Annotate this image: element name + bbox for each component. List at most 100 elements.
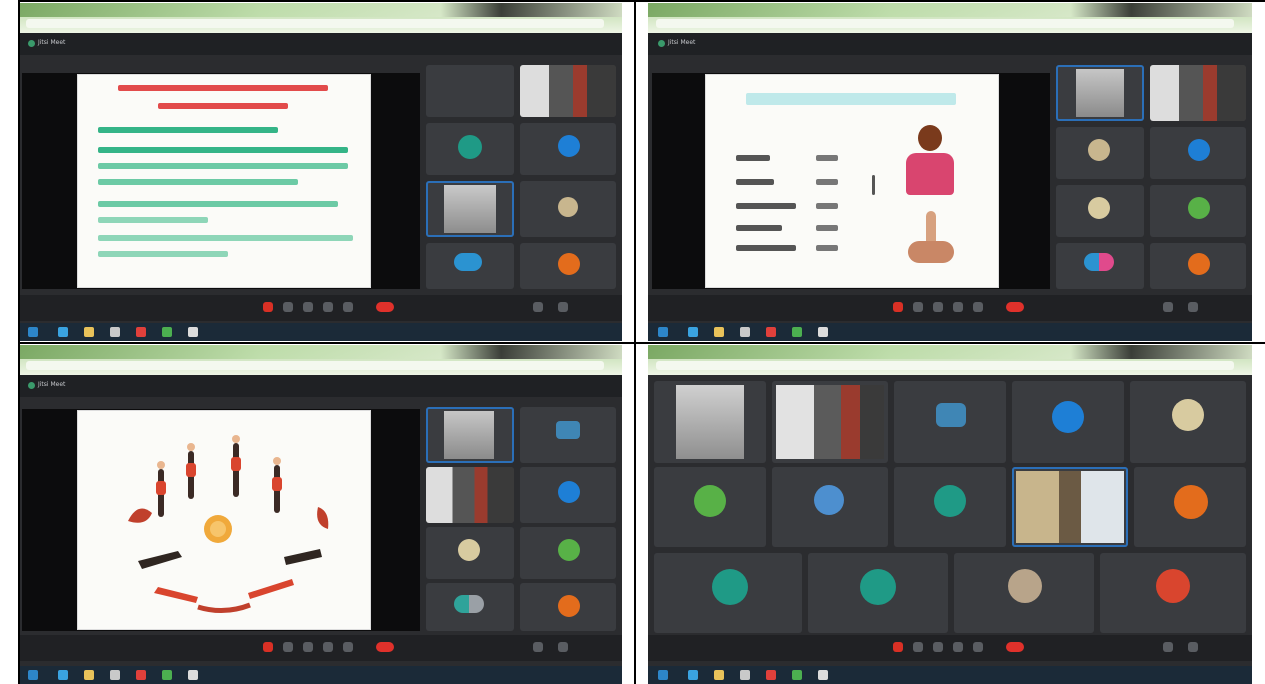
chat-icon[interactable] bbox=[953, 642, 963, 652]
participant-tile[interactable] bbox=[772, 381, 888, 463]
taskbar-icon[interactable] bbox=[740, 670, 750, 680]
taskbar-icon[interactable] bbox=[84, 670, 94, 680]
more-icon[interactable] bbox=[558, 642, 568, 652]
screen-share-icon[interactable] bbox=[303, 302, 313, 312]
chat-icon[interactable] bbox=[323, 642, 333, 652]
participant-tile[interactable] bbox=[426, 123, 514, 175]
taskbar-icon[interactable] bbox=[792, 670, 802, 680]
address-bar[interactable] bbox=[26, 361, 604, 370]
taskbar-icon[interactable] bbox=[818, 670, 828, 680]
taskbar-icon[interactable] bbox=[714, 327, 724, 337]
participant-tile[interactable] bbox=[1100, 553, 1246, 633]
camera-icon[interactable] bbox=[913, 642, 923, 652]
tile-view-icon[interactable] bbox=[533, 302, 543, 312]
taskbar-icon[interactable] bbox=[58, 670, 68, 680]
hangup-icon[interactable] bbox=[1006, 302, 1024, 312]
participant-tile[interactable] bbox=[426, 583, 514, 631]
more-icon[interactable] bbox=[1188, 642, 1198, 652]
participant-tile[interactable] bbox=[520, 181, 616, 237]
participant-tile[interactable] bbox=[426, 407, 514, 463]
screen-share-icon[interactable] bbox=[303, 642, 313, 652]
camera-icon[interactable] bbox=[913, 302, 923, 312]
participants-icon[interactable] bbox=[343, 642, 353, 652]
taskbar-icon[interactable] bbox=[188, 327, 198, 337]
participant-tile[interactable] bbox=[520, 243, 616, 289]
hangup-icon[interactable] bbox=[376, 302, 394, 312]
microphone-icon[interactable] bbox=[263, 302, 273, 312]
participant-tile[interactable] bbox=[426, 243, 514, 289]
tile-view-icon[interactable] bbox=[533, 642, 543, 652]
taskbar-icon[interactable] bbox=[162, 670, 172, 680]
chat-icon[interactable] bbox=[953, 302, 963, 312]
address-bar[interactable] bbox=[26, 19, 604, 28]
taskbar-icon[interactable] bbox=[28, 327, 38, 337]
participant-tile[interactable] bbox=[520, 123, 616, 175]
taskbar-icon[interactable] bbox=[766, 670, 776, 680]
participant-tile[interactable] bbox=[1056, 65, 1144, 121]
participant-tile[interactable] bbox=[426, 467, 514, 523]
taskbar-icon[interactable] bbox=[688, 327, 698, 337]
participant-tile[interactable] bbox=[1130, 381, 1246, 463]
hangup-icon[interactable] bbox=[1006, 642, 1024, 652]
address-bar[interactable] bbox=[656, 19, 1234, 28]
participant-tile[interactable] bbox=[894, 381, 1006, 463]
taskbar-icon[interactable] bbox=[84, 327, 94, 337]
more-icon[interactable] bbox=[1188, 302, 1198, 312]
participant-tile[interactable] bbox=[654, 553, 802, 633]
participant-tile[interactable] bbox=[426, 527, 514, 579]
taskbar-icon[interactable] bbox=[658, 670, 668, 680]
participant-tile[interactable] bbox=[1012, 381, 1124, 463]
participant-tile[interactable] bbox=[1150, 127, 1246, 179]
participant-tile[interactable] bbox=[520, 583, 616, 631]
participant-tile[interactable] bbox=[520, 527, 616, 579]
participants-icon[interactable] bbox=[343, 302, 353, 312]
taskbar-icon[interactable] bbox=[162, 327, 172, 337]
taskbar-icon[interactable] bbox=[658, 327, 668, 337]
participant-tile[interactable] bbox=[1056, 185, 1144, 237]
screen-share-icon[interactable] bbox=[933, 642, 943, 652]
participant-tile[interactable] bbox=[654, 381, 766, 463]
participant-tile[interactable] bbox=[520, 407, 616, 463]
tile-view-icon[interactable] bbox=[1163, 302, 1173, 312]
participant-tile[interactable] bbox=[772, 467, 888, 547]
participant-tile[interactable] bbox=[520, 65, 616, 117]
taskbar-icon[interactable] bbox=[740, 327, 750, 337]
taskbar-icon[interactable] bbox=[792, 327, 802, 337]
taskbar-icon[interactable] bbox=[188, 670, 198, 680]
camera-icon[interactable] bbox=[283, 642, 293, 652]
microphone-icon[interactable] bbox=[893, 302, 903, 312]
taskbar-icon[interactable] bbox=[688, 670, 698, 680]
taskbar-icon[interactable] bbox=[136, 327, 146, 337]
participant-tile[interactable] bbox=[654, 467, 766, 547]
participant-tile[interactable] bbox=[1150, 185, 1246, 237]
taskbar-icon[interactable] bbox=[136, 670, 146, 680]
taskbar-icon[interactable] bbox=[766, 327, 776, 337]
chat-icon[interactable] bbox=[323, 302, 333, 312]
tile-view-icon[interactable] bbox=[1163, 642, 1173, 652]
microphone-icon[interactable] bbox=[893, 642, 903, 652]
participant-tile[interactable] bbox=[894, 467, 1006, 547]
participant-tile[interactable] bbox=[1134, 467, 1246, 547]
taskbar-icon[interactable] bbox=[110, 670, 120, 680]
screen-share-icon[interactable] bbox=[933, 302, 943, 312]
taskbar-icon[interactable] bbox=[58, 327, 68, 337]
more-icon[interactable] bbox=[558, 302, 568, 312]
address-bar[interactable] bbox=[656, 361, 1234, 370]
camera-icon[interactable] bbox=[283, 302, 293, 312]
hangup-icon[interactable] bbox=[376, 642, 394, 652]
taskbar-icon[interactable] bbox=[714, 670, 724, 680]
participants-icon[interactable] bbox=[973, 302, 983, 312]
taskbar-icon[interactable] bbox=[110, 327, 120, 337]
taskbar-icon[interactable] bbox=[28, 670, 38, 680]
participant-tile[interactable] bbox=[1150, 65, 1246, 121]
participant-tile[interactable] bbox=[1056, 243, 1144, 289]
participant-tile[interactable] bbox=[954, 553, 1094, 633]
participant-tile[interactable] bbox=[520, 467, 616, 523]
participant-tile[interactable] bbox=[426, 65, 514, 117]
participant-tile[interactable] bbox=[426, 181, 514, 237]
participant-tile[interactable] bbox=[808, 553, 948, 633]
participant-tile[interactable] bbox=[1056, 127, 1144, 179]
participants-icon[interactable] bbox=[973, 642, 983, 652]
participant-tile[interactable] bbox=[1150, 243, 1246, 289]
microphone-icon[interactable] bbox=[263, 642, 273, 652]
